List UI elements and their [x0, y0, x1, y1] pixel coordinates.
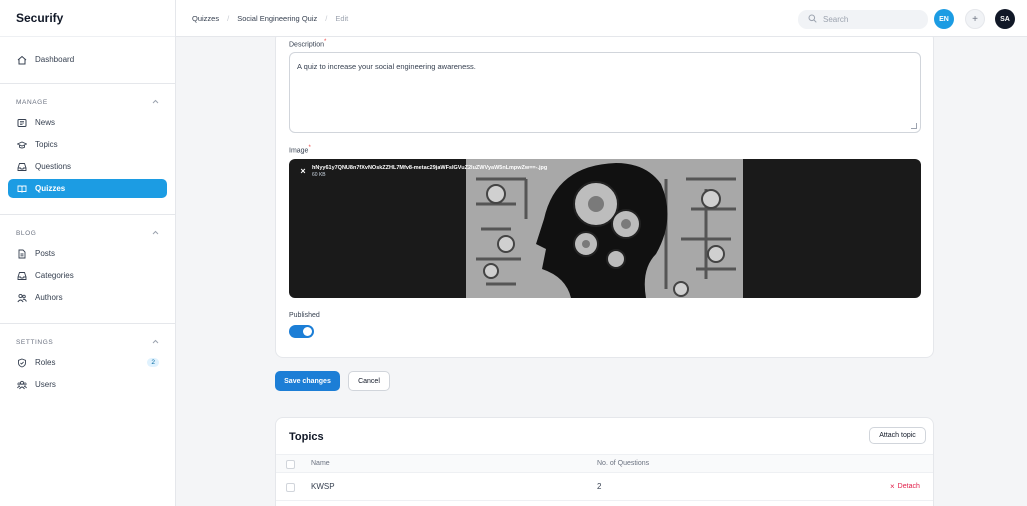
- topic-name: KWSP: [311, 482, 335, 491]
- folder-icon: [16, 270, 28, 282]
- sidebar-item-label: Quizzes: [35, 184, 66, 193]
- main-content: Description* A quiz to increase your soc…: [176, 37, 1027, 506]
- file-name: hNyy61y7QNU8n7fXvNOskZZHL7Mfv8-metac29ja…: [312, 165, 548, 171]
- select-all-checkbox[interactable]: [286, 460, 295, 469]
- breadcrumb-quizzes[interactable]: Quizzes: [192, 14, 219, 23]
- cancel-button[interactable]: Cancel: [348, 371, 390, 391]
- search-input[interactable]: Search: [798, 10, 928, 29]
- sidebar-item-quizzes[interactable]: Quizzes: [8, 179, 167, 198]
- sidebar-item-posts[interactable]: Posts: [8, 244, 167, 263]
- image-label: Image*: [289, 145, 311, 154]
- graduation-cap-icon: [16, 139, 28, 151]
- sidebar-item-topics[interactable]: Topics: [8, 135, 167, 154]
- nav-group-label: MANAGE: [16, 98, 48, 106]
- topics-card: Topics Attach topic Name No. of Question…: [275, 417, 934, 506]
- sidebar-item-dashboard[interactable]: Dashboard: [8, 50, 167, 69]
- sidebar-item-label: Categories: [35, 271, 74, 280]
- breadcrumb-quiz[interactable]: Social Engineering Quiz: [237, 14, 317, 23]
- sidebar-item-categories[interactable]: Categories: [8, 266, 167, 285]
- published-toggle[interactable]: [289, 325, 314, 338]
- inbox-icon: [16, 161, 28, 173]
- quiz-form-card: Description* A quiz to increase your soc…: [275, 37, 934, 358]
- shield-check-icon: [16, 357, 28, 369]
- remove-file-icon[interactable]: ×: [297, 165, 309, 177]
- file-size: 60 KB: [312, 172, 326, 178]
- add-button[interactable]: +: [965, 9, 985, 29]
- description-textarea[interactable]: A quiz to increase your social engineeri…: [289, 52, 921, 133]
- topics-title: Topics: [289, 431, 324, 443]
- sidebar-item-label: Users: [35, 380, 56, 389]
- sidebar-item-label: Roles: [35, 358, 56, 367]
- search-icon: [808, 14, 823, 25]
- image-upload-preview[interactable]: × hNyy61y7QNU8n7fXvNOskZZHL7Mfv8-metac29…: [289, 159, 921, 298]
- topic-questions-count: 2: [597, 482, 602, 491]
- user-group-icon: [16, 379, 28, 391]
- breadcrumb-separator: /: [325, 14, 328, 23]
- chevron-up-icon: [152, 230, 159, 237]
- sidebar-item-news[interactable]: News: [8, 113, 167, 132]
- detach-label: Detach: [897, 483, 920, 490]
- sidebar-item-roles[interactable]: Roles 2: [8, 353, 167, 372]
- book-open-icon: [16, 183, 28, 195]
- search-placeholder: Search: [823, 15, 849, 24]
- nav-group-settings[interactable]: SETTINGS: [0, 335, 175, 349]
- table-row: KWSP 2 × Detach: [276, 473, 933, 501]
- required-mark: *: [308, 145, 311, 151]
- chevron-up-icon: [152, 339, 159, 346]
- sidebar-item-users[interactable]: Users: [8, 375, 167, 394]
- sidebar-item-questions[interactable]: Questions: [8, 157, 167, 176]
- published-label: Published: [289, 312, 320, 319]
- breadcrumb: Quizzes / Social Engineering Quiz / Edit: [192, 0, 348, 37]
- sidebar-item-label: Topics: [35, 140, 58, 149]
- table-header: Name No. of Questions: [276, 454, 933, 473]
- chevron-up-icon: [152, 99, 159, 106]
- topbar: Quizzes / Social Engineering Quiz / Edit…: [176, 0, 1027, 37]
- sidebar-item-label: News: [35, 118, 56, 127]
- roles-count-badge: 2: [147, 358, 159, 367]
- user-avatar[interactable]: SA: [995, 9, 1015, 29]
- sidebar-item-authors[interactable]: Authors: [8, 288, 167, 307]
- sidebar-item-label: Dashboard: [35, 55, 75, 64]
- detach-button[interactable]: × Detach: [890, 482, 920, 491]
- description-label: Description*: [289, 39, 326, 48]
- locale-switcher[interactable]: EN: [934, 9, 954, 29]
- x-icon: ×: [890, 482, 895, 491]
- newspaper-icon: [16, 117, 28, 129]
- sidebar-item-label: Posts: [35, 249, 56, 258]
- description-label-text: Description: [289, 41, 325, 49]
- description-value: A quiz to increase your social engineeri…: [297, 62, 476, 71]
- save-changes-button[interactable]: Save changes: [275, 371, 340, 391]
- breadcrumb-edit: Edit: [335, 14, 349, 23]
- nav-group-blog[interactable]: BLOG: [0, 226, 175, 240]
- home-icon: [16, 54, 28, 66]
- toggle-knob: [303, 327, 312, 336]
- column-questions[interactable]: No. of Questions: [597, 460, 649, 467]
- sidebar-item-label: Questions: [35, 162, 72, 171]
- nav-group-manage[interactable]: MANAGE: [0, 95, 175, 109]
- nav-group-label: BLOG: [16, 229, 37, 237]
- resize-handle-icon[interactable]: [911, 123, 917, 129]
- users-icon: [16, 292, 28, 304]
- uploaded-file: × hNyy61y7QNU8n7fXvNOskZZHL7Mfv8-metac29…: [297, 165, 547, 178]
- breadcrumb-separator: /: [227, 14, 230, 23]
- quiz-cover-image: [466, 159, 743, 298]
- sidebar-item-label: Authors: [35, 293, 63, 302]
- brand-logo[interactable]: Securify: [0, 0, 175, 37]
- sidebar: Securify Dashboard MANAGE News Topics Qu…: [0, 0, 176, 506]
- image-label-text: Image: [289, 147, 309, 155]
- attach-topic-button[interactable]: Attach topic: [869, 427, 926, 444]
- document-icon: [16, 248, 28, 260]
- row-checkbox[interactable]: [286, 483, 295, 492]
- nav-group-label: SETTINGS: [16, 338, 54, 346]
- required-mark: *: [324, 39, 327, 45]
- column-name[interactable]: Name: [311, 460, 330, 467]
